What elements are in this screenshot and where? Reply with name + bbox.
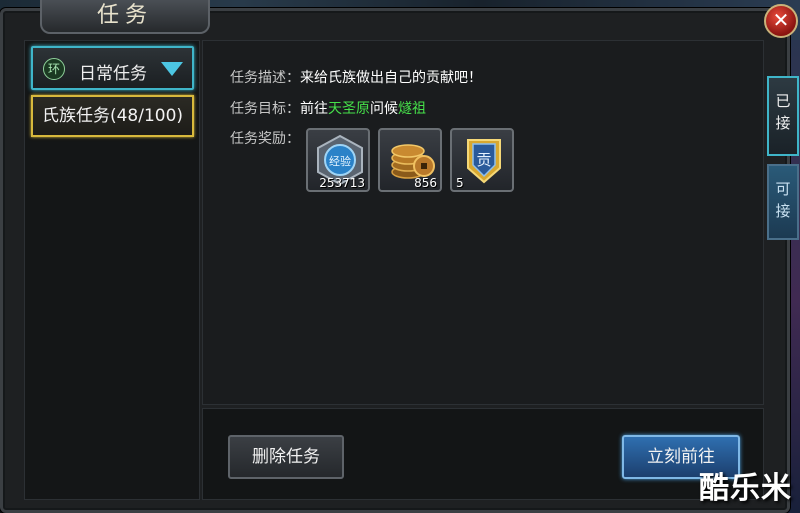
target-prefix: 前往: [300, 101, 328, 117]
reward-coin-slot[interactable]: 856: [378, 128, 442, 192]
ring-icon: 环: [43, 58, 65, 80]
tab-accepted[interactable]: 已接: [767, 76, 799, 156]
window-title: 任务: [40, 0, 210, 34]
chevron-down-icon[interactable]: [161, 62, 183, 76]
reward-label: 任务奖励：: [230, 131, 300, 147]
quest-details-panel: [202, 40, 764, 405]
reward-coin-amount: 856: [414, 176, 437, 190]
close-icon: ✕: [772, 8, 790, 32]
quest-target: 任务目标：前往天圣原问候燧祖: [230, 98, 426, 118]
close-button[interactable]: ✕: [764, 4, 798, 38]
contribution-badge-icon: 贡: [467, 139, 501, 184]
reward-contribution-slot[interactable]: 贡 5: [450, 128, 514, 192]
quest-category-daily[interactable]: 环 日常任务: [31, 46, 194, 90]
target-place-link[interactable]: 天圣原: [328, 101, 370, 117]
reward-contribution-amount: 5: [456, 176, 464, 190]
watermark-logo: 酷乐米: [699, 471, 792, 506]
description-value: 来给氏族做出自己的贡献吧！: [300, 70, 482, 86]
exp-icon-text: 经验: [329, 154, 351, 168]
description-label: 任务描述：: [230, 70, 300, 86]
quest-item-clan[interactable]: 氏族任务(48/100): [31, 95, 194, 137]
delete-quest-button[interactable]: 删除任务: [228, 435, 344, 479]
tab-available[interactable]: 可接: [767, 164, 799, 240]
contribution-icon-text: 贡: [476, 151, 491, 169]
target-npc-link[interactable]: 燧祖: [398, 101, 426, 117]
reward-exp-amount: 253713: [319, 176, 365, 190]
reward-exp-slot[interactable]: 经验 253713: [306, 128, 370, 192]
target-mid: 问候: [370, 101, 398, 117]
quest-description: 任务描述：来给氏族做出自己的贡献吧！: [230, 67, 482, 87]
category-label: 日常任务: [79, 64, 147, 84]
target-label: 任务目标：: [230, 101, 300, 117]
